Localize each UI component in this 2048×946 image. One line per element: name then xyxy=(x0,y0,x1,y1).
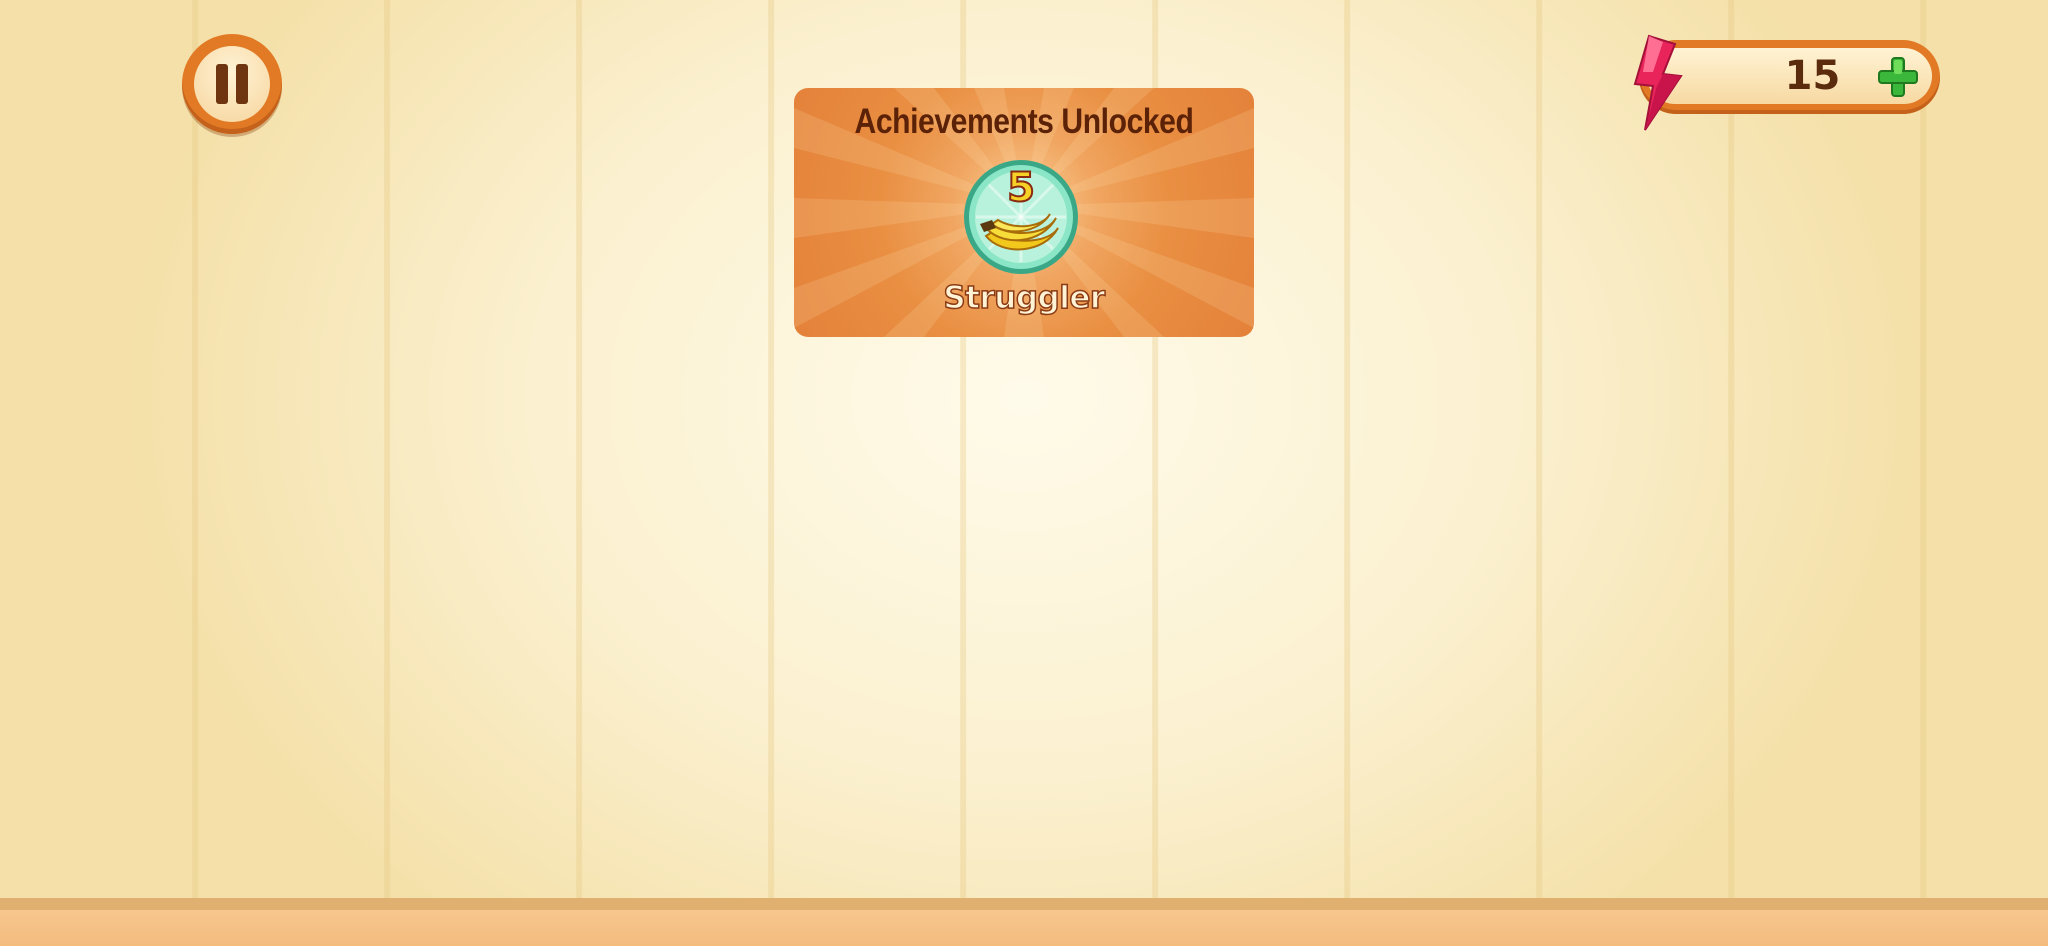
pause-bar-right xyxy=(236,64,248,104)
achievement-card: Achievements Unlocked 5 Struggler xyxy=(794,88,1254,337)
add-energy-button[interactable] xyxy=(1877,56,1919,98)
achievement-title: Achievements Unlocked xyxy=(854,102,1194,141)
plus-icon xyxy=(1878,57,1918,97)
badge-number: 5 xyxy=(1006,164,1036,212)
lightning-bolt-icon xyxy=(1633,34,1683,131)
achievement-name: Struggler xyxy=(943,279,1106,317)
pause-icon xyxy=(194,46,270,122)
floor-trim xyxy=(0,898,2048,910)
achievement-badge: 5 xyxy=(962,158,1080,276)
pause-bar-left xyxy=(216,64,228,104)
pause-button[interactable] xyxy=(182,34,282,134)
floor xyxy=(0,910,2048,946)
energy-value: 15 xyxy=(1784,53,1841,99)
energy-counter: 15 xyxy=(1625,34,1940,131)
